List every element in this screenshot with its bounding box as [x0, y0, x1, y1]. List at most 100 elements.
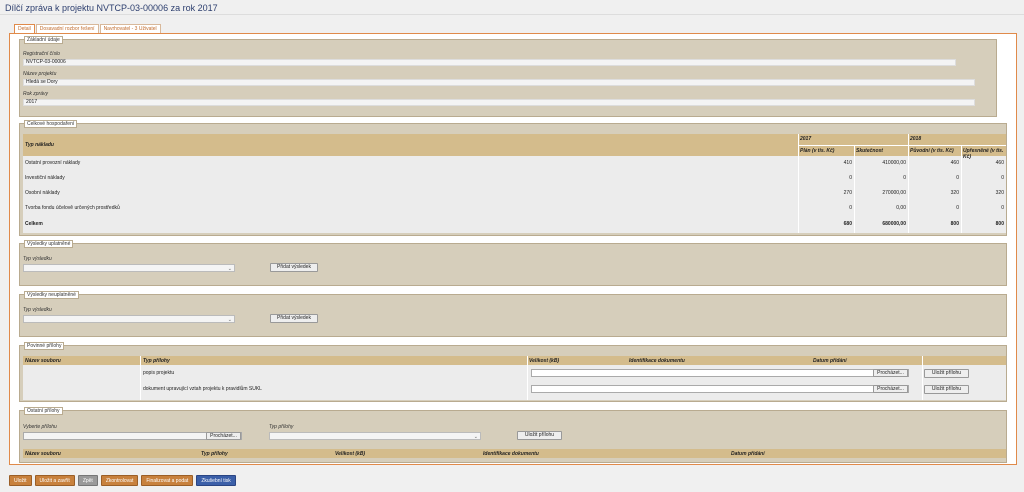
result-type-select[interactable]: ⌄ — [23, 315, 235, 323]
year1-header: 2017 — [800, 136, 812, 142]
actual-total: 680000,00 — [882, 221, 906, 227]
result-type-select[interactable]: ⌄ — [23, 264, 235, 272]
chevron-down-icon: ⌄ — [227, 317, 232, 323]
basic-data-legend: Základní údaje — [24, 36, 63, 44]
original-value: 0 — [956, 205, 959, 211]
actual-value: 410000,00 — [882, 160, 906, 166]
attachment-type-select[interactable]: ⌄ — [269, 432, 481, 440]
chevron-down-icon: ⌄ — [473, 434, 478, 440]
choose-file-input[interactable]: Procházet... — [23, 432, 242, 440]
results-applied-section: Výsledky uplatněné Typ výsledku ⌄ Přidat… — [19, 240, 1007, 286]
plan-value: 0 — [849, 205, 852, 211]
plan-header: Plán (v tis. Kč) — [800, 148, 835, 154]
finance-legend: Celkové hospodaření — [24, 120, 78, 128]
plan-total: 680 — [843, 221, 852, 227]
col-doc-id: Identifikace dokumentu — [629, 358, 685, 364]
project-name-field[interactable]: Hledá se Dory — [23, 79, 975, 86]
col-size: Velikost (kB) — [335, 451, 366, 457]
chevron-down-icon: ⌄ — [227, 266, 232, 272]
choose-attachment-label: Vyberte přílohu — [23, 424, 57, 430]
col-date-added: Datum přidání — [731, 451, 765, 457]
actual-value: 270000,00 — [882, 190, 906, 196]
original-value: 320 — [950, 190, 959, 196]
browse-button[interactable]: Procházet... — [206, 432, 241, 440]
save-close-button[interactable]: Uložit a zavřít — [34, 475, 75, 486]
results-applied-legend: Výsledky uplatněné — [24, 240, 74, 248]
attachment-type-label: Typ přílohy — [269, 424, 294, 430]
add-result-button[interactable]: Přidat výsledek — [270, 263, 318, 272]
original-value: 0 — [956, 175, 959, 181]
test-print-button[interactable]: Zkušební tisk — [196, 475, 236, 486]
browse-button[interactable]: Procházet... — [873, 385, 908, 393]
report-year-field[interactable]: 2017 — [23, 99, 975, 106]
finalize-submit-button[interactable]: Finalizovat a podat — [141, 475, 194, 486]
page-title: Dílčí zpráva k projektu NVTCP-03-00006 z… — [5, 3, 218, 13]
actual-header: Skutečnost — [856, 148, 883, 154]
year2-header: 2018 — [910, 136, 922, 142]
file-input[interactable]: Procházet... — [531, 369, 909, 377]
original-value: 460 — [950, 160, 959, 166]
check-button[interactable]: Zkontrolovat — [100, 475, 139, 486]
plan-value: 0 — [849, 175, 852, 181]
refined-value: 0 — [1001, 175, 1004, 181]
required-attachments-legend: Povinné přílohy — [24, 342, 65, 350]
plan-value: 270 — [843, 190, 852, 196]
col-divider — [527, 356, 528, 400]
actual-value: 0,00 — [896, 205, 906, 211]
row-divider — [798, 145, 1006, 146]
detail-panel: Základní údaje Registrační číslo NVTCP-0… — [9, 33, 1017, 465]
plan-value: 410 — [843, 160, 852, 166]
cost-type-name: Ostatní provozní náklady — [25, 160, 81, 166]
col-filename: Název souboru — [25, 451, 61, 457]
report-year-label: Rok zprávy — [23, 91, 49, 97]
action-bar: Uložit Uložit a zavřít Zpět Zkontrolovat… — [9, 475, 239, 486]
browse-button[interactable]: Procházet... — [873, 369, 908, 377]
col-divider — [922, 356, 923, 400]
col-date-added: Datum přidání — [813, 358, 847, 364]
cost-type-name: Tvorba fondu účelově určených prostředků — [25, 205, 120, 211]
total-label: Celkem — [25, 221, 43, 227]
save-button[interactable]: Uložit — [9, 475, 32, 486]
col-attachment-type: Typ přílohy — [143, 358, 170, 364]
col-attachment-type: Typ přílohy — [201, 451, 228, 457]
reg-number-field[interactable]: NVTCP-03-00006 — [23, 59, 956, 66]
attachment-type: popis projektu — [143, 370, 175, 376]
original-total: 800 — [950, 221, 959, 227]
col-doc-id: Identifikace dokumentu — [483, 451, 539, 457]
required-attachments-section: Povinné přílohy Název souboru Typ příloh… — [19, 342, 1007, 402]
results-unapplied-legend: Výsledky neuplatněné — [24, 291, 79, 299]
title-divider — [0, 14, 1024, 15]
refined-total: 800 — [995, 221, 1004, 227]
back-button[interactable]: Zpět — [77, 475, 98, 486]
refined-value: 320 — [995, 190, 1004, 196]
col-filename: Název souboru — [25, 358, 61, 364]
col-divider — [140, 356, 141, 400]
refined-value: 0 — [1001, 205, 1004, 211]
results-unapplied-section: Výsledky neuplatněné Typ výsledku ⌄ Přid… — [19, 291, 1007, 337]
reg-number-label: Registrační číslo — [23, 51, 60, 57]
finance-section: Celkové hospodaření Typ nákladu 2017 201… — [19, 120, 1007, 236]
add-result-button[interactable]: Přidat výsledek — [270, 314, 318, 323]
refined-header: Upřesněné (v tis. Kč) — [963, 148, 1004, 160]
col-divider — [961, 145, 962, 233]
file-input[interactable]: Procházet... — [531, 385, 909, 393]
cost-type-name: Osobní náklady — [25, 190, 60, 196]
save-attachment-button[interactable]: Uložit přílohu — [924, 385, 969, 394]
refined-value: 460 — [995, 160, 1004, 166]
attachment-type: dokument upravující vztah projektu k pra… — [143, 386, 262, 392]
other-attachments-legend: Ostatní přílohy — [24, 407, 63, 415]
col-divider — [908, 134, 909, 233]
basic-data-section: Základní údaje Registrační číslo NVTCP-0… — [19, 36, 997, 117]
save-attachment-button[interactable]: Uložit přílohu — [924, 369, 969, 378]
col-divider — [798, 134, 799, 233]
required-table-header — [23, 356, 1006, 365]
col-divider — [854, 145, 855, 233]
save-attachment-button[interactable]: Uložit přílohu — [517, 431, 562, 440]
result-type-label: Typ výsledku — [23, 256, 52, 262]
result-type-label: Typ výsledku — [23, 307, 52, 313]
col-type-header: Typ nákladu — [25, 142, 54, 148]
col-size: Velikost (kB) — [529, 358, 560, 364]
project-name-label: Název projektu — [23, 71, 57, 77]
original-header: Původní (v tis. Kč) — [910, 148, 954, 154]
cost-type-name: Investiční náklady — [25, 175, 65, 181]
